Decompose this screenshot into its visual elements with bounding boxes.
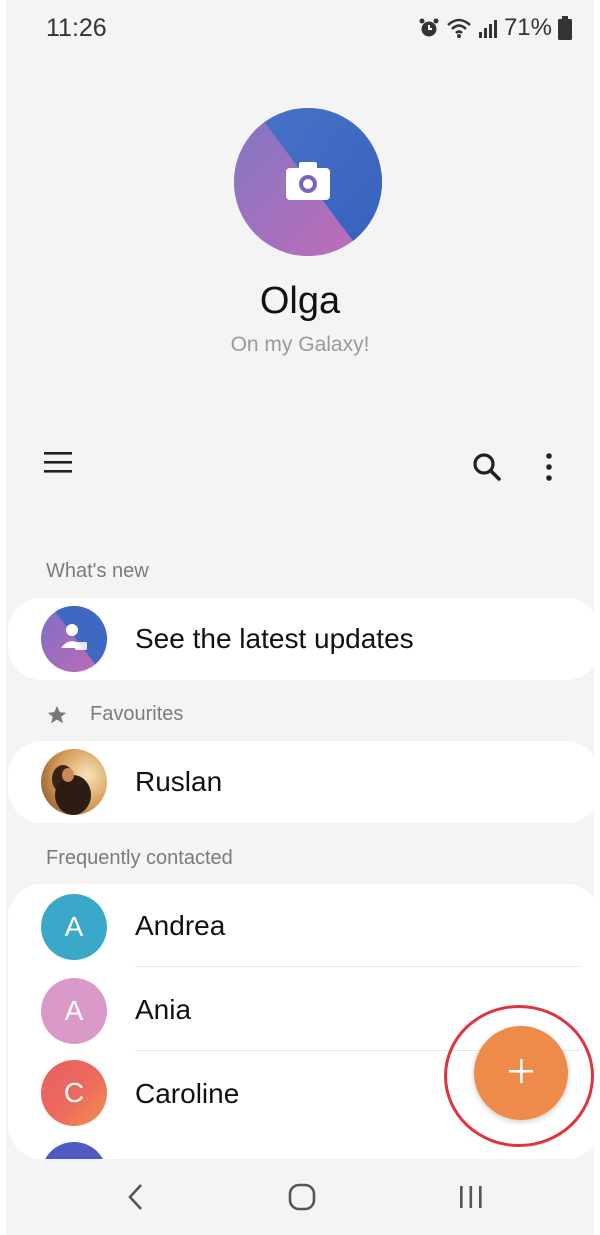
- section-favourites: Favourites: [90, 703, 184, 725]
- latest-updates-label: See the latest updates: [135, 623, 414, 654]
- plus-icon: [506, 1056, 536, 1091]
- wifi-icon: [446, 17, 472, 39]
- updates-avatar: [41, 606, 107, 672]
- contact-name-ania: Ania: [135, 994, 192, 1025]
- alarm-icon: [418, 17, 440, 39]
- favourites-card: Ruslan: [8, 741, 594, 823]
- menu-icon[interactable]: [44, 450, 72, 479]
- search-icon[interactable]: [472, 452, 502, 487]
- section-whats-new: What's new: [46, 560, 149, 582]
- contacts-screen: 11:26 71% Olga On my Galaxy! What's new …: [6, 0, 594, 1235]
- status-icons: 71%: [418, 14, 572, 42]
- divider: [135, 966, 580, 967]
- star-icon: [46, 704, 68, 731]
- whats-new-card: See the latest updates: [8, 598, 594, 680]
- back-icon[interactable]: [126, 1182, 146, 1217]
- status-time: 11:26: [46, 14, 107, 42]
- contact-name-caroline: Caroline: [135, 1078, 240, 1109]
- signal-icon: [478, 17, 498, 39]
- recents-icon[interactable]: [456, 1184, 486, 1215]
- contact-row-ruslan[interactable]: Ruslan: [8, 741, 594, 823]
- profile-name: Olga: [259, 280, 341, 322]
- add-contact-button[interactable]: [474, 1026, 568, 1120]
- home-icon[interactable]: [287, 1182, 317, 1217]
- more-options-icon[interactable]: [544, 452, 554, 487]
- contact-avatar-caroline: C: [41, 1060, 107, 1126]
- profile-photo[interactable]: [234, 108, 382, 256]
- contact-photo-ruslan: [41, 749, 107, 815]
- contact-name-andrea: Andrea: [135, 910, 226, 941]
- contact-avatar-partial: [41, 1142, 107, 1159]
- battery-percent: 71%: [503, 14, 552, 41]
- profile-subtitle: On my Galaxy!: [230, 333, 370, 356]
- section-frequently-contacted: Frequently contacted: [46, 847, 233, 869]
- contact-row-andrea[interactable]: A Andrea: [8, 884, 594, 968]
- contact-avatar-ania: A: [41, 978, 107, 1044]
- camera-icon: [286, 162, 330, 205]
- contact-name-ruslan: Ruslan: [135, 766, 223, 797]
- contact-avatar-andrea: A: [41, 894, 107, 960]
- latest-updates-row[interactable]: See the latest updates: [8, 598, 594, 680]
- navigation-bar: [6, 1160, 594, 1235]
- battery-icon: [558, 16, 572, 40]
- status-bar: 11:26 71%: [6, 0, 594, 56]
